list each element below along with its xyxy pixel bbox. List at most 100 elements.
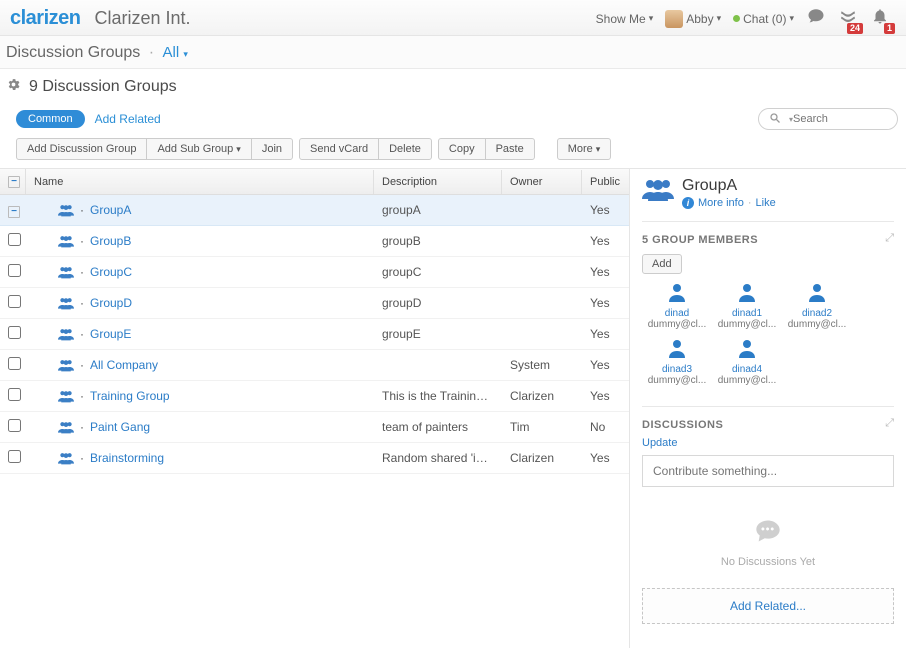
row-description: groupE xyxy=(374,327,502,341)
row-name-link[interactable]: GroupC xyxy=(90,265,132,279)
table-row[interactable]: ·BrainstormingRandom shared 'ideas ...Cl… xyxy=(0,443,629,474)
detail-panel: GroupA i More info · Like 5 GROUP MEMBER… xyxy=(630,169,906,648)
member-name: dinad1 xyxy=(712,308,782,319)
notifications-badge: 1 xyxy=(884,23,895,34)
column-public[interactable]: Public xyxy=(582,170,626,194)
member-card[interactable]: dinad2dummy@cl... xyxy=(782,282,852,330)
column-name[interactable]: Name xyxy=(26,170,374,194)
table-row[interactable]: −·GroupAgroupAYes xyxy=(0,195,629,226)
row-checkbox[interactable] xyxy=(8,388,21,401)
row-name-link[interactable]: GroupB xyxy=(90,234,131,248)
row-name-link[interactable]: GroupA xyxy=(90,203,131,217)
group-icon xyxy=(58,420,74,434)
row-public: Yes xyxy=(582,358,626,372)
column-owner[interactable]: Owner xyxy=(502,170,582,194)
update-link[interactable]: Update xyxy=(642,437,677,449)
row-public: Yes xyxy=(582,327,626,341)
row-owner: Clarizen xyxy=(502,451,582,465)
chevron-down-icon: ▾ xyxy=(649,13,654,24)
discussions-section-title: DISCUSSIONS xyxy=(642,419,723,431)
row-public: Yes xyxy=(582,203,626,217)
add-discussion-group-button[interactable]: Add Discussion Group xyxy=(16,138,147,160)
gear-icon[interactable] xyxy=(6,77,21,96)
delete-button[interactable]: Delete xyxy=(378,138,432,160)
member-card[interactable]: dinad3dummy@cl... xyxy=(642,338,712,386)
row-public: Yes xyxy=(582,296,626,310)
copy-button[interactable]: Copy xyxy=(438,138,486,160)
member-name: dinad xyxy=(642,308,712,319)
row-public: Yes xyxy=(582,265,626,279)
row-checkbox[interactable] xyxy=(8,326,21,339)
add-member-button[interactable]: Add xyxy=(642,254,682,274)
row-public: Yes xyxy=(582,389,626,403)
activity-icon[interactable]: 24 xyxy=(839,7,857,30)
join-button[interactable]: Join xyxy=(251,138,293,160)
search-box[interactable]: ▾ xyxy=(758,108,898,130)
table-row[interactable]: ·Training GroupThis is the Training Grou… xyxy=(0,381,629,412)
table-row[interactable]: ·GroupBgroupBYes xyxy=(0,226,629,257)
chevron-down-icon: ▾ xyxy=(183,49,188,59)
expand-icon[interactable]: ⤢ xyxy=(885,417,894,430)
row-checkbox[interactable] xyxy=(8,450,21,463)
info-icon: i xyxy=(682,197,694,209)
member-card[interactable]: dinad4dummy@cl... xyxy=(712,338,782,386)
column-description[interactable]: Description xyxy=(374,170,502,194)
send-vcard-button[interactable]: Send vCard xyxy=(299,138,379,160)
member-email: dummy@cl... xyxy=(642,375,712,386)
show-me-menu[interactable]: Show Me▾ xyxy=(596,12,654,26)
more-info-link[interactable]: More info xyxy=(698,197,744,209)
add-related-link[interactable]: Add Related xyxy=(95,112,161,126)
expand-icon[interactable]: ⤢ xyxy=(885,232,894,245)
contribute-input[interactable] xyxy=(642,455,894,487)
activity-badge: 24 xyxy=(847,23,863,34)
tabs-row: Common Add Related ▾ xyxy=(0,104,906,138)
table-row[interactable]: ·Paint Gangteam of paintersTimNo xyxy=(0,412,629,443)
member-email: dummy@cl... xyxy=(712,319,782,330)
notifications-icon[interactable]: 1 xyxy=(871,7,889,30)
collapse-all-icon[interactable]: − xyxy=(8,176,20,188)
row-checkbox[interactable] xyxy=(8,357,21,370)
user-menu[interactable]: Abby▾ xyxy=(665,10,721,28)
page-title-row: Discussion Groups · All ▾ xyxy=(0,36,906,68)
search-input[interactable] xyxy=(793,113,893,125)
group-count-title: 9 Discussion Groups xyxy=(29,78,177,96)
member-email: dummy@cl... xyxy=(782,319,852,330)
member-card[interactable]: dinad1dummy@cl... xyxy=(712,282,782,330)
add-sub-group-button[interactable]: Add Sub Group ▾ xyxy=(146,138,251,160)
row-name-link[interactable]: GroupD xyxy=(90,296,132,310)
person-icon xyxy=(712,282,782,306)
like-link[interactable]: Like xyxy=(756,197,776,209)
row-public: Yes xyxy=(582,451,626,465)
chat-menu[interactable]: Chat (0)▾ xyxy=(733,12,794,26)
table-row[interactable]: ·GroupEgroupEYes xyxy=(0,319,629,350)
member-name: dinad4 xyxy=(712,364,782,375)
table-row[interactable]: ·GroupDgroupDYes xyxy=(0,288,629,319)
row-checkbox[interactable] xyxy=(8,233,21,246)
collapse-icon[interactable]: − xyxy=(8,206,20,218)
person-icon xyxy=(782,282,852,306)
paste-button[interactable]: Paste xyxy=(485,138,535,160)
row-name-link[interactable]: Paint Gang xyxy=(90,420,150,434)
more-button[interactable]: More ▾ xyxy=(557,138,612,160)
messages-icon[interactable] xyxy=(807,7,825,30)
tab-common[interactable]: Common xyxy=(16,110,85,128)
row-name-link[interactable]: GroupE xyxy=(90,327,131,341)
row-name-link[interactable]: Brainstorming xyxy=(90,451,164,465)
row-owner: System xyxy=(502,358,582,372)
chevron-down-icon: ▾ xyxy=(789,13,794,24)
add-related-button[interactable]: Add Related... xyxy=(642,588,894,624)
row-checkbox[interactable] xyxy=(8,264,21,277)
row-name-link[interactable]: All Company xyxy=(90,358,158,372)
page-title: Discussion Groups xyxy=(6,44,140,61)
row-owner: Tim xyxy=(502,420,582,434)
member-card[interactable]: dinaddummy@cl... xyxy=(642,282,712,330)
group-icon xyxy=(58,358,74,372)
filter-dropdown[interactable]: All ▾ xyxy=(163,44,188,61)
table-row[interactable]: ·GroupCgroupCYes xyxy=(0,257,629,288)
table-row[interactable]: ·All CompanySystemYes xyxy=(0,350,629,381)
row-checkbox[interactable] xyxy=(8,295,21,308)
org-name: Clarizen Int. xyxy=(94,8,190,29)
row-description: groupA xyxy=(374,203,502,217)
row-name-link[interactable]: Training Group xyxy=(90,389,170,403)
row-checkbox[interactable] xyxy=(8,419,21,432)
